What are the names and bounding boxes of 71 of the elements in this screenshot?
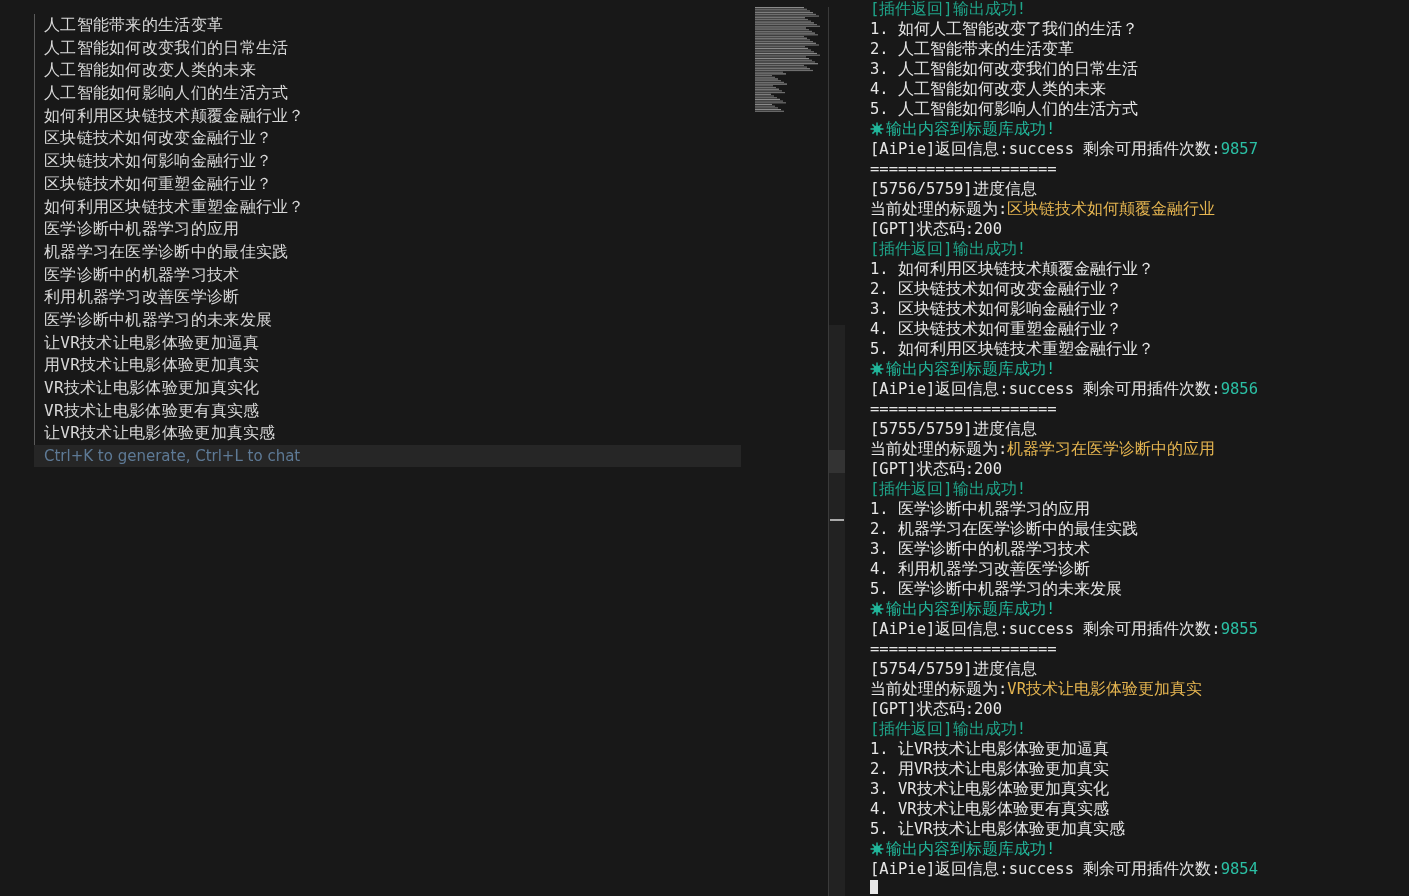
terminal-line: [AiPie]返回信息:success 剩余可用插件次数:9856 xyxy=(870,379,1258,399)
code-line: VR技术让电影体验更加真实化 xyxy=(44,377,261,399)
terminal-line: [插件返回]输出成功! xyxy=(870,719,1026,739)
scrollbar-highlight xyxy=(829,450,845,473)
terminal-line: 5. 人工智能如何影响人们的生活方式 xyxy=(870,99,1138,119)
terminal-line: 当前处理的标题为:机器学习在医学诊断中的应用 xyxy=(870,439,1216,459)
prompt-field[interactable]: Ctrl+K to generate, Ctrl+L to chat xyxy=(34,445,741,468)
terminal-line: 输出内容到标题库成功! xyxy=(886,839,1056,859)
code-line: 区块链技术如何改变金融行业？ xyxy=(44,127,274,150)
sun-icon xyxy=(870,602,884,616)
terminal-line: 5. 让VR技术让电影体验更加真实感 xyxy=(870,819,1125,839)
terminal-line: ==================== xyxy=(870,399,1057,419)
code-line: 人工智能如何改变人类的未来 xyxy=(44,59,257,82)
code-line: 人工智能如何影响人们的生活方式 xyxy=(44,82,290,105)
sun-icon xyxy=(870,842,884,856)
terminal-line: 输出内容到标题库成功! xyxy=(886,119,1056,139)
terminal-line: 4. 人工智能如何改变人类的未来 xyxy=(870,79,1106,99)
scrollbar-thumb[interactable] xyxy=(830,519,844,521)
code-line: 如何利用区块链技术颠覆金融行业？ xyxy=(44,104,306,127)
terminal-line: [5754/5759]进度信息 xyxy=(870,659,1037,679)
terminal-line: [5755/5759]进度信息 xyxy=(870,419,1037,439)
terminal-line: 2. 机器学习在医学诊断中的最佳实践 xyxy=(870,519,1138,539)
code-line: 让VR技术让电影体验更加逼真 xyxy=(44,331,261,354)
terminal-line: [GPT]状态码:200 xyxy=(870,699,1002,719)
terminal-line: [GPT]状态码:200 xyxy=(870,459,1002,479)
terminal-line: [插件返回]输出成功! xyxy=(870,479,1026,499)
terminal-line: 1. 医学诊断中机器学习的应用 xyxy=(870,499,1090,519)
code-line: 用VR技术让电影体验更加真实 xyxy=(44,354,261,377)
code-line: 区块链技术如何影响金融行业？ xyxy=(44,150,274,173)
terminal-line: [GPT]状态码:200 xyxy=(870,219,1002,239)
terminal-line: 2. 用VR技术让电影体验更加真实 xyxy=(870,759,1109,779)
terminal-line: [AiPie]返回信息:success 剩余可用插件次数:9854 xyxy=(870,859,1258,879)
terminal-line: [AiPie]返回信息:success 剩余可用插件次数:9857 xyxy=(870,139,1258,159)
terminal-line: 输出内容到标题库成功! xyxy=(886,599,1056,619)
terminal-line: [AiPie]返回信息:success 剩余可用插件次数:9855 xyxy=(870,619,1258,639)
terminal-line: 3. 医学诊断中的机器学习技术 xyxy=(870,539,1090,559)
terminal-line: 当前处理的标题为:VR技术让电影体验更加真实 xyxy=(870,679,1202,699)
terminal-line: 当前处理的标题为:区块链技术如何颠覆金融行业 xyxy=(870,199,1216,219)
terminal-line: 1. 让VR技术让电影体验更加逼真 xyxy=(870,739,1109,759)
terminal-line: 4. 利用机器学习改善医学诊断 xyxy=(870,559,1090,579)
code-line: 医学诊断中机器学习的应用 xyxy=(44,218,241,241)
terminal-line: 5. 医学诊断中机器学习的未来发展 xyxy=(870,579,1122,599)
code-line: 人工智能如何改变我们的日常生活 xyxy=(44,36,290,59)
terminal-line: 2. 区块链技术如何改变金融行业？ xyxy=(870,279,1122,299)
terminal-line: 4. 区块链技术如何重塑金融行业？ xyxy=(870,319,1122,339)
code-line: 让VR技术让电影体验更加真实感 xyxy=(44,422,277,445)
terminal-line: 输出内容到标题库成功! xyxy=(886,359,1056,379)
terminal-line: 3. 区块链技术如何影响金融行业？ xyxy=(870,299,1122,319)
sun-icon xyxy=(870,362,884,376)
terminal-line: ==================== xyxy=(870,639,1057,659)
terminal-line: 4. VR技术让电影体验更有真实感 xyxy=(870,799,1109,819)
terminal-cursor xyxy=(870,880,878,894)
terminal-line: 1. 如何人工智能改变了我们的生活？ xyxy=(870,19,1138,39)
code-line: 人工智能带来的生活变革 xyxy=(44,14,225,36)
terminal-line: [插件返回]输出成功! xyxy=(870,239,1026,259)
code-line: 机器学习在医学诊断中的最佳实践 xyxy=(44,240,290,263)
terminal-line: 5. 如何利用区块链技术重塑金融行业？ xyxy=(870,339,1154,359)
code-line: 利用机器学习改善医学诊断 xyxy=(44,286,241,309)
terminal-line: 3. VR技术让电影体验更加真实化 xyxy=(870,779,1109,799)
terminal-line: 2. 人工智能带来的生活变革 xyxy=(870,39,1074,59)
code-line: 区块链技术如何重塑金融行业？ xyxy=(44,172,274,195)
code-line: 医学诊断中机器学习的未来发展 xyxy=(44,308,274,331)
terminal-line: [插件返回]输出成功! xyxy=(870,0,1026,19)
terminal-line: 3. 人工智能如何改变我们的日常生活 xyxy=(870,59,1138,79)
terminal-line: 1. 如何利用区块链技术颠覆金融行业？ xyxy=(870,259,1154,279)
code-line: 如何利用区块链技术重塑金融行业？ xyxy=(44,195,306,218)
terminal-line: ==================== xyxy=(870,159,1057,179)
code-line: 医学诊断中的机器学习技术 xyxy=(44,263,241,286)
code-line: VR技术让电影体验更有真实感 xyxy=(44,399,261,422)
terminal-line: [5756/5759]进度信息 xyxy=(870,179,1037,199)
sun-icon xyxy=(870,122,884,136)
